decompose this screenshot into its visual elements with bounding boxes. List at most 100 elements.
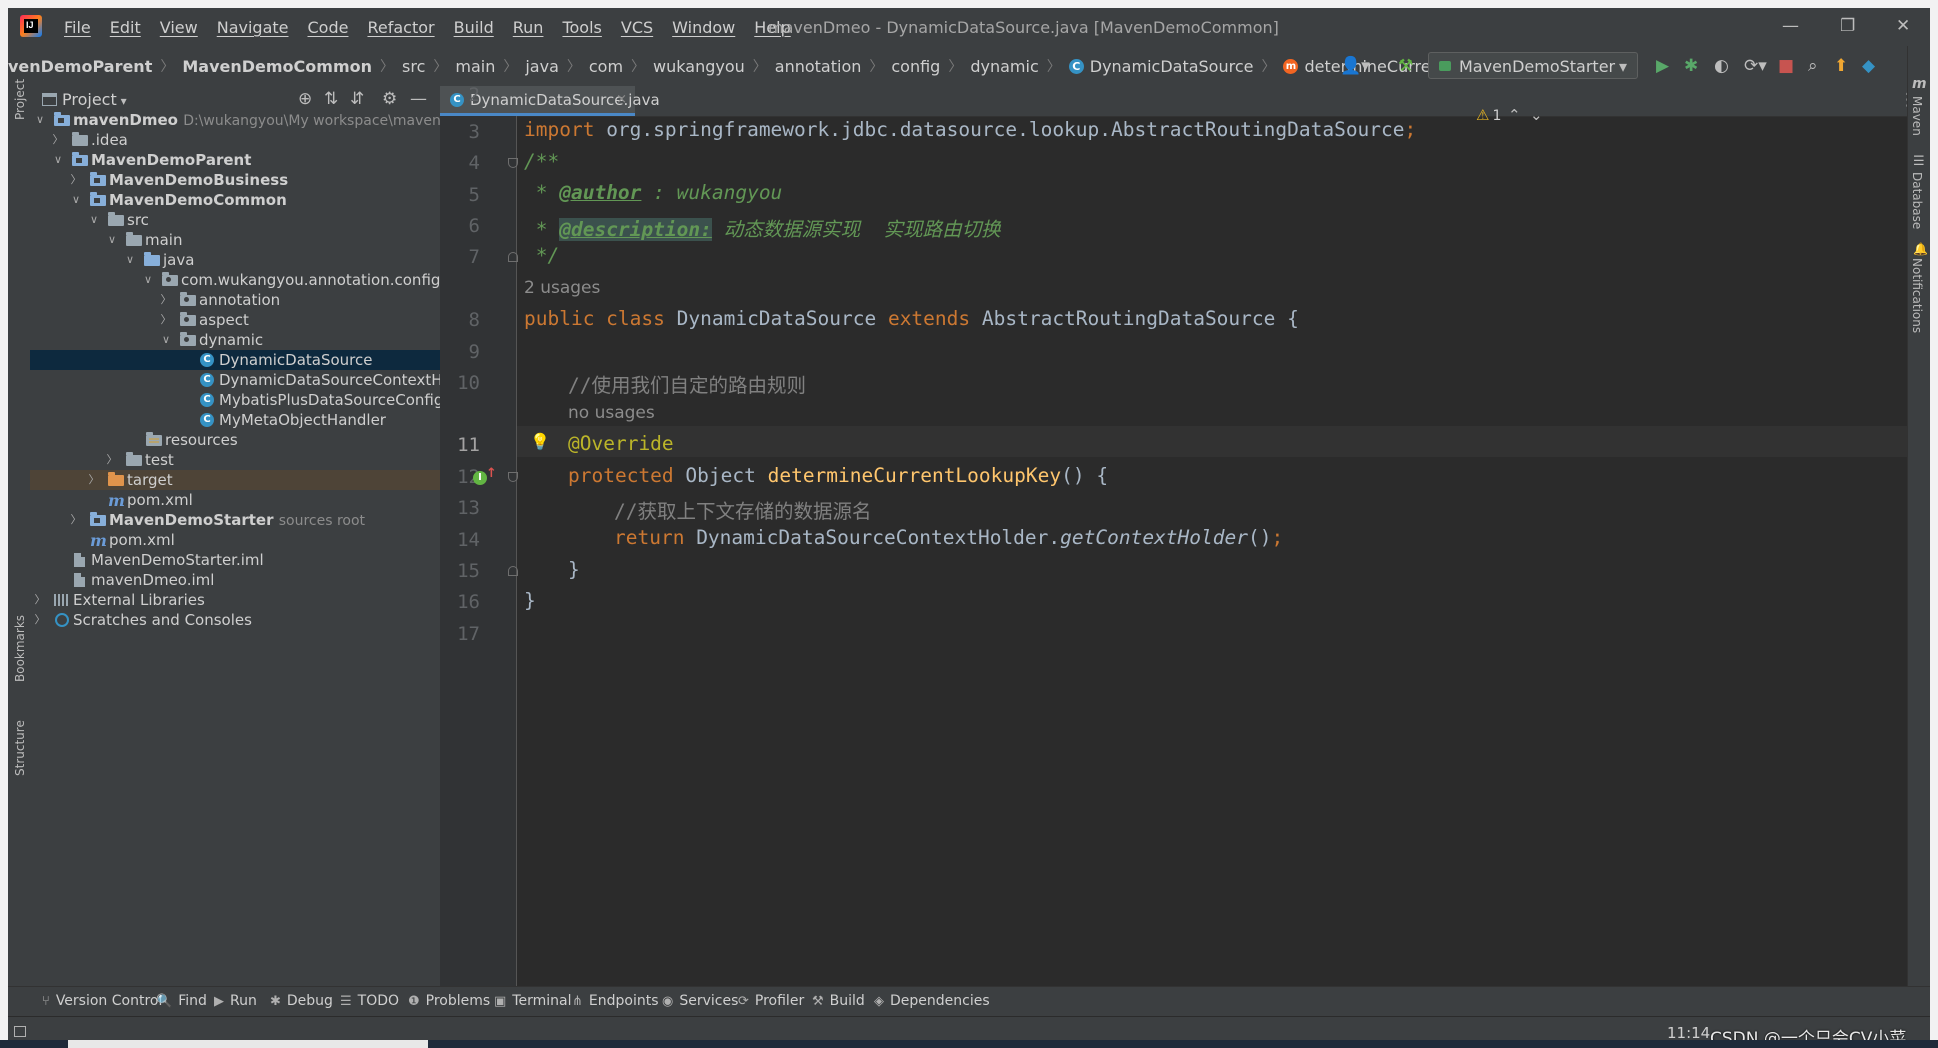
chevron-right-icon[interactable]: 〉 (70, 170, 82, 190)
tree-row[interactable]: 〉 MavenDemoBusiness (30, 170, 440, 190)
menu-file[interactable]: File (64, 18, 91, 37)
override-arrow-icon[interactable]: ↑ (486, 466, 497, 481)
profile-icon[interactable]: ⟳▾ (1744, 56, 1767, 76)
chevron-right-icon[interactable]: 〉 (88, 470, 100, 490)
menu-edit[interactable]: Edit (110, 18, 141, 37)
crumb-src[interactable]: src (402, 57, 425, 76)
chevron-down-icon[interactable]: ∨ (88, 210, 100, 230)
structure-tool-button[interactable]: Structure (13, 720, 27, 776)
maven-tool-button[interactable]: Maven (1910, 96, 1924, 136)
tool-find[interactable]: 🔍 Find (156, 993, 207, 1009)
tree-row[interactable]: ∨ dynamic (30, 330, 440, 350)
menu-window[interactable]: Window (672, 18, 735, 37)
chevron-right-icon[interactable]: 〉 (52, 130, 64, 150)
chevron-down-icon[interactable]: ⌄ (1530, 106, 1543, 124)
tool-dependencies[interactable]: ◈ Dependencies (874, 993, 990, 1009)
chevron-right-icon[interactable]: 〉 (70, 510, 82, 530)
crumb-annotation[interactable]: annotation (775, 57, 862, 76)
chevron-down-icon[interactable]: ∨ (34, 110, 46, 130)
stop-icon[interactable]: ■ (1778, 56, 1794, 76)
tree-row[interactable]: MavenDemoStarter.iml (30, 550, 440, 570)
chevron-down-icon[interactable]: ∨ (106, 230, 118, 250)
chevron-right-icon[interactable]: 〉 (34, 610, 46, 630)
tree-row[interactable]: 〉 aspect (30, 310, 440, 330)
menu-run[interactable]: Run (513, 18, 544, 37)
run-icon[interactable]: ▶ (1656, 56, 1669, 76)
tree-row[interactable]: 〉 annotation (30, 290, 440, 310)
expand-all-icon[interactable]: ⇅ (324, 89, 338, 109)
close-tab-icon[interactable]: × (616, 86, 627, 114)
chevron-down-icon[interactable]: ∨ (142, 270, 154, 290)
fold-icon[interactable] (508, 252, 518, 262)
tool-endpoints[interactable]: ⋔ Endpoints (572, 993, 659, 1009)
crumb-main[interactable]: main (455, 57, 495, 76)
plugin-icon[interactable]: ◆ (1862, 56, 1875, 76)
locate-icon[interactable]: ⊕ (298, 89, 312, 109)
tree-row[interactable]: ∨ java (30, 250, 440, 270)
crumb-wukangyou[interactable]: wukangyou (653, 57, 745, 76)
usages-inlay-hint[interactable]: no usages (568, 403, 655, 423)
menu-tools[interactable]: Tools (562, 18, 601, 37)
crumb-config[interactable]: config (891, 57, 940, 76)
chevron-right-icon[interactable]: 〉 (34, 590, 46, 610)
crumb-dynamic[interactable]: dynamic (970, 57, 1038, 76)
crumb-com[interactable]: com (589, 57, 623, 76)
close-window-button[interactable]: ✕ (1896, 16, 1910, 36)
tree-row[interactable]: ∨ src (30, 210, 440, 230)
tree-row-selected[interactable]: C DynamicDataSource (30, 350, 440, 370)
intellij-logo-icon[interactable]: IJ (20, 15, 42, 37)
collapse-all-icon[interactable]: ⇵ (350, 89, 364, 109)
tree-row[interactable]: ∨ mavenDmeo D:\wukangyou\My workspace\ma… (30, 110, 482, 130)
tree-row[interactable]: 〉 .idea (30, 130, 440, 150)
tree-row[interactable]: m pom.xml (30, 530, 440, 550)
tree-row[interactable]: mavenDmeo.iml (30, 570, 440, 590)
menu-build[interactable]: Build (454, 18, 494, 37)
crumb-java[interactable]: java (525, 57, 559, 76)
chevron-right-icon[interactable]: 〉 (106, 450, 118, 470)
notifications-tool-button[interactable]: Notifications (1910, 258, 1924, 333)
tool-todo[interactable]: ☰ TODO (340, 993, 399, 1009)
chevron-down-icon[interactable]: ∨ (52, 150, 64, 170)
tree-row[interactable]: 〉 Scratches and Consoles (30, 610, 440, 630)
tree-row[interactable]: resources (30, 430, 440, 450)
tree-row[interactable]: C DynamicDataSourceContextHolder (30, 370, 481, 390)
tree-row[interactable]: 〉 MavenDemoStarter sources root (30, 510, 440, 530)
hide-panel-icon[interactable]: — (410, 89, 427, 109)
lightbulb-icon[interactable]: 💡 (530, 432, 550, 451)
minimize-button[interactable]: — (1782, 16, 1799, 36)
fold-icon[interactable] (508, 566, 518, 576)
run-configuration-select[interactable]: MavenDemoStarter (1428, 52, 1638, 80)
tool-problems[interactable]: ❶ Problems (408, 993, 490, 1009)
fold-icon[interactable] (508, 472, 518, 482)
crumb-class[interactable]: DynamicDataSource (1090, 57, 1254, 76)
tool-version-control[interactable]: ⑂ Version Control (42, 993, 162, 1009)
restore-button[interactable]: ❐ (1840, 16, 1855, 36)
toggle-tool-windows-icon[interactable] (14, 1026, 26, 1037)
gear-icon[interactable]: ⚙ (382, 89, 397, 109)
tree-row[interactable]: 〉 test (30, 450, 440, 470)
search-icon[interactable]: ⌕ (1808, 56, 1818, 76)
debug-icon[interactable]: ✱ (1684, 56, 1698, 76)
bookmarks-tool-button[interactable]: Bookmarks (13, 615, 27, 682)
tree-row[interactable]: m pom.xml (30, 490, 440, 510)
tool-debug[interactable]: ✱ Debug (270, 993, 333, 1009)
chevron-down-icon[interactable]: ∨ (160, 330, 172, 350)
menu-view[interactable]: View (160, 18, 198, 37)
tree-row[interactable]: ∨ main (30, 230, 440, 250)
fold-icon[interactable] (508, 158, 518, 168)
tree-row[interactable]: 〉 target (30, 470, 440, 490)
tree-row[interactable]: C MybatisPlusDataSourceConfig (30, 390, 443, 410)
chevron-right-icon[interactable]: 〉 (160, 310, 172, 330)
tree-row[interactable]: C MyMetaObjectHandler (30, 410, 440, 430)
tree-row[interactable]: ∨ com.wukangyou.annotation.config (30, 270, 440, 290)
crumb-module[interactable]: MavenDemoCommon (182, 57, 372, 76)
update-icon[interactable]: ⬆ (1834, 56, 1848, 76)
override-gutter-icon[interactable]: I (473, 471, 487, 485)
project-tool-button[interactable]: Project (13, 79, 27, 120)
tool-services[interactable]: ◉ Services (662, 993, 738, 1009)
chevron-right-icon[interactable]: 〉 (160, 290, 172, 310)
user-icon[interactable]: 👤▾ (1340, 56, 1370, 76)
project-view-select[interactable]: Project (62, 90, 127, 109)
build-hammer-icon[interactable]: ⚒ (1398, 56, 1413, 76)
tree-row[interactable]: ∨ MavenDemoCommon (30, 190, 440, 210)
